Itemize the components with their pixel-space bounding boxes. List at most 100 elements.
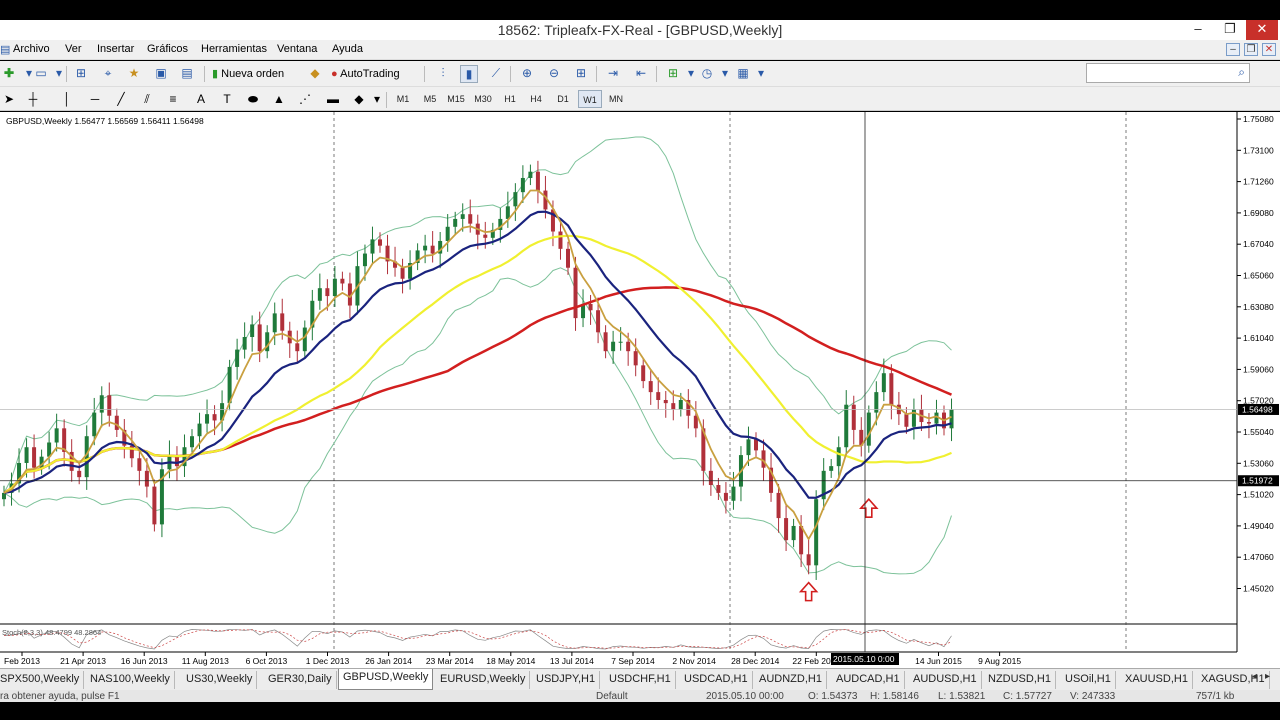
strategy-tester-icon[interactable]: ▤: [178, 65, 196, 83]
price-chart[interactable]: 1.75080 1.73100 1.71260 1.69080 1.67040 1.650…: [0, 112, 1280, 668]
templates-icon[interactable]: ▦: [734, 65, 752, 83]
timeframe-h1[interactable]: H1: [498, 90, 522, 108]
time-tick-label: 13 Jul 2014: [550, 656, 594, 666]
candlestick-icon[interactable]: ▮: [460, 65, 478, 83]
menu-ver[interactable]: Ver: [65, 43, 82, 55]
price-tick-label: 1.53060: [1243, 458, 1274, 468]
equidistant-channel-icon[interactable]: ⫽: [138, 91, 156, 109]
app-menu-icon[interactable]: ▤: [0, 43, 10, 56]
price-tick-label: 1.51020: [1243, 490, 1274, 500]
timeframe-m30[interactable]: M30: [471, 90, 495, 108]
market-watch-icon[interactable]: ⊞: [72, 65, 90, 83]
maximize-button[interactable]: ❐: [1214, 20, 1246, 40]
timeframe-mn[interactable]: MN: [604, 90, 628, 108]
trendline-icon[interactable]: ╱: [112, 91, 130, 109]
tab-audusd[interactable]: AUDUSD,H1: [909, 671, 982, 689]
tab-audcad[interactable]: AUDCAD,H1: [832, 671, 905, 689]
arrows-icon[interactable]: ◆: [350, 91, 368, 109]
fibonacci-icon[interactable]: ≡: [164, 91, 182, 109]
mdi-minimize-button[interactable]: –: [1226, 43, 1240, 56]
profiles-icon[interactable]: ▭: [32, 65, 50, 83]
candle-body: [671, 403, 676, 410]
new-order-button[interactable]: ▮ Nueva orden: [212, 65, 284, 83]
minimize-button[interactable]: –: [1182, 20, 1214, 40]
crosshair-price-tag: 1.51972: [1238, 475, 1279, 487]
chart-header-label: GBPUSD,Weekly 1.56477 1.56569 1.56411 1.…: [6, 116, 204, 126]
periods-icon[interactable]: ◷: [698, 65, 716, 83]
menu-archivo[interactable]: Archivo: [13, 43, 50, 55]
tab-nas100[interactable]: NAS100,Weekly: [86, 671, 175, 689]
tab-usdchf[interactable]: USDCHF,H1: [605, 671, 676, 689]
candle-body: [611, 341, 616, 352]
indicators-icon[interactable]: ⊞: [664, 65, 682, 83]
tab-nzdusd[interactable]: NZDUSD,H1: [984, 671, 1056, 689]
zoom-in-icon[interactable]: ⊕: [518, 65, 536, 83]
candle-body: [626, 341, 631, 352]
time-tick-label: 6 Oct 2013: [246, 656, 288, 666]
crosshair-icon[interactable]: ┼: [24, 91, 42, 109]
candle-body: [468, 214, 473, 224]
search-icon[interactable]: ⌕: [1238, 65, 1245, 80]
tab-spx500[interactable]: SPX500,Weekly: [0, 671, 85, 689]
dropdown-arrow-icon[interactable]: ▾: [368, 91, 386, 109]
candle-body: [144, 470, 149, 487]
tile-windows-icon[interactable]: ⊞: [572, 65, 590, 83]
time-tick-label: 23 Mar 2014: [426, 656, 474, 666]
line-chart-icon[interactable]: ⟋: [487, 65, 505, 83]
menu-ayuda[interactable]: Ayuda: [332, 43, 363, 55]
zoom-out-icon[interactable]: ⊖: [545, 65, 563, 83]
pitchfork-icon[interactable]: ⋰: [296, 91, 314, 109]
tab-xagusd[interactable]: XAGUSD,H1: [1197, 671, 1270, 689]
tab-us30[interactable]: US30,Weekly: [182, 671, 258, 689]
terminal-icon[interactable]: ▣: [152, 65, 170, 83]
navigator-icon[interactable]: ★: [125, 65, 143, 83]
candle-body: [280, 313, 285, 331]
new-chart-icon[interactable]: ✚: [0, 65, 18, 83]
dropdown-arrow-icon[interactable]: ▾: [716, 65, 734, 83]
menu-insertar[interactable]: Insertar: [97, 43, 134, 55]
tab-usoil[interactable]: USOil,H1: [1061, 671, 1116, 689]
tabs-scroll-right-icon[interactable]: ▸: [1265, 671, 1270, 682]
bar-chart-icon[interactable]: ⫶: [434, 65, 452, 83]
dropdown-arrow-icon[interactable]: ▾: [752, 65, 770, 83]
timeframe-m1[interactable]: M1: [391, 90, 415, 108]
tab-xauusd[interactable]: XAUUSD,H1: [1121, 671, 1193, 689]
cursor-icon[interactable]: ➤: [0, 91, 18, 109]
top-black-strip: [0, 0, 1280, 20]
search-input[interactable]: ⌕: [1086, 63, 1250, 83]
metaeditor-icon[interactable]: ◆: [306, 65, 324, 83]
tab-usdjpy[interactable]: USDJPY,H1: [532, 671, 601, 689]
chart-shift-icon[interactable]: ⇤: [632, 65, 650, 83]
timeframe-m15[interactable]: M15: [444, 90, 468, 108]
signal-arrow-up-2: [859, 497, 879, 518]
mdi-close-button[interactable]: ✕: [1262, 43, 1276, 56]
chart-window[interactable]: 1.75080 1.73100 1.71260 1.69080 1.67040 1.650…: [0, 112, 1280, 668]
timeframe-w1[interactable]: W1: [578, 90, 602, 108]
mdi-restore-button[interactable]: ❐: [1244, 43, 1258, 56]
text-icon[interactable]: A: [192, 91, 210, 109]
tabs-scroll-left-icon[interactable]: ◂: [1252, 671, 1257, 682]
crosshair-time-tag: 2015.05.10 0:00: [831, 653, 899, 665]
tab-ger30[interactable]: GER30,Daily: [264, 671, 337, 689]
ellipse-icon[interactable]: ⬬: [244, 91, 262, 109]
vertical-line-icon[interactable]: │: [58, 91, 76, 109]
autotrading-button[interactable]: ● AutoTrading: [331, 65, 400, 83]
data-window-icon[interactable]: ⌖: [99, 65, 117, 83]
timeframe-h4[interactable]: H4: [524, 90, 548, 108]
rectangle-icon[interactable]: ▬: [324, 91, 342, 109]
candle-body: [558, 231, 563, 249]
tab-usdcad[interactable]: USDCAD,H1: [680, 671, 753, 689]
text-label-icon[interactable]: T: [218, 91, 236, 109]
timeframe-d1[interactable]: D1: [551, 90, 575, 108]
triangle-icon[interactable]: ▲: [270, 91, 288, 109]
timeframe-m5[interactable]: M5: [418, 90, 442, 108]
tab-audnzd[interactable]: AUDNZD,H1: [755, 671, 827, 689]
tab-eurusd[interactable]: EURUSD,Weekly: [436, 671, 531, 689]
menu-graficos[interactable]: Gráficos: [147, 43, 188, 55]
close-button[interactable]: ✕: [1246, 20, 1278, 40]
auto-scroll-icon[interactable]: ⇥: [604, 65, 622, 83]
menu-herramientas[interactable]: Herramientas: [201, 43, 267, 55]
tab-gbpusd[interactable]: GBPUSD,Weekly: [338, 669, 434, 690]
menu-ventana[interactable]: Ventana: [277, 43, 317, 55]
horizontal-line-icon[interactable]: ─: [86, 91, 104, 109]
